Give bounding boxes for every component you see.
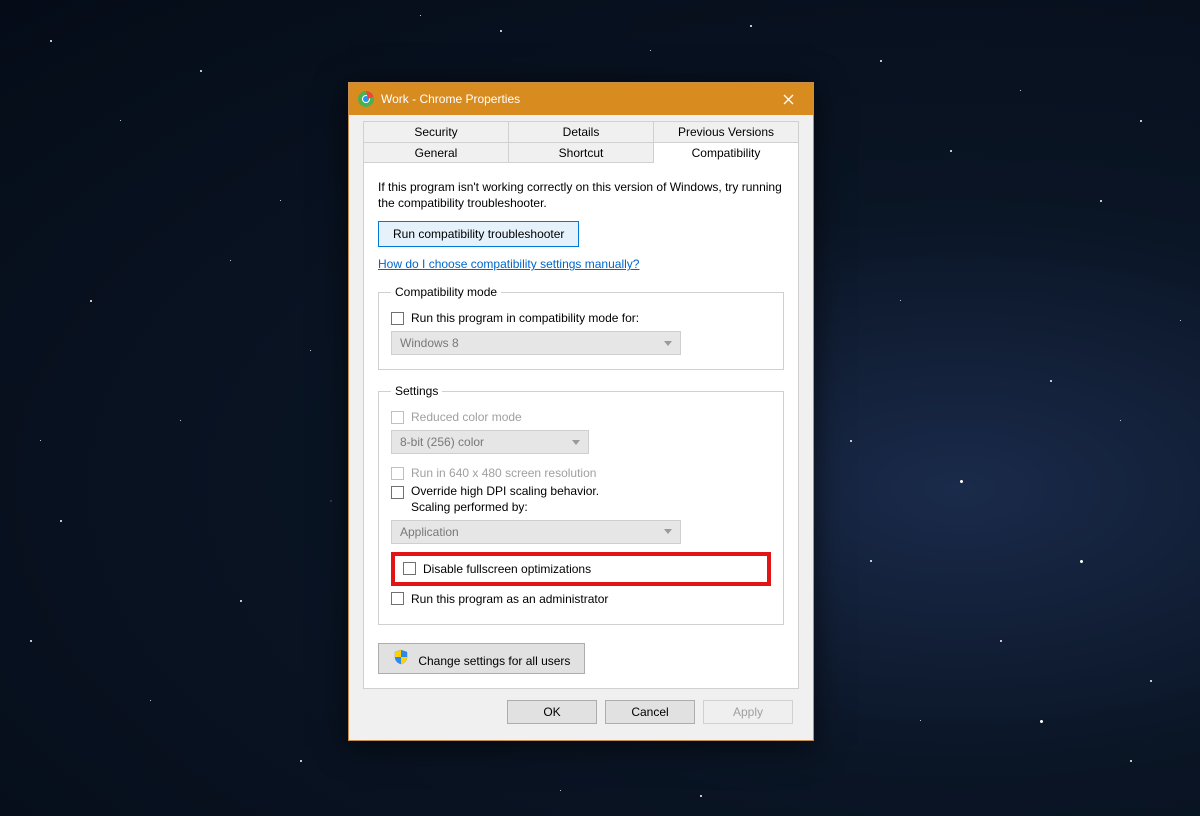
change-settings-all-users-label: Change settings for all users <box>418 654 570 668</box>
chevron-down-icon <box>572 440 580 445</box>
dpi-override-label1: Override high DPI scaling behavior. <box>411 484 599 500</box>
tab-security[interactable]: Security <box>363 121 509 142</box>
chevron-down-icon <box>664 341 672 346</box>
dpi-scaling-select[interactable]: Application <box>391 520 681 544</box>
dpi-override-checkbox[interactable] <box>391 486 404 499</box>
apply-button[interactable]: Apply <box>703 700 793 724</box>
reduced-color-label: Reduced color mode <box>411 410 522 424</box>
settings-legend: Settings <box>391 384 442 398</box>
compat-mode-label: Run this program in compatibility mode f… <box>411 311 639 325</box>
compatibility-mode-legend: Compatibility mode <box>391 285 501 299</box>
close-button[interactable] <box>766 84 811 114</box>
tab-general[interactable]: General <box>363 142 509 163</box>
settings-group: Settings Reduced color mode 8-bit (256) … <box>378 384 784 624</box>
disable-fullscreen-checkbox[interactable] <box>403 562 416 575</box>
tabs: Security Details Previous Versions Gener… <box>363 121 799 163</box>
compat-mode-select-value: Windows 8 <box>400 336 459 350</box>
reduced-color-checkbox[interactable] <box>391 411 404 424</box>
run-as-admin-checkbox[interactable] <box>391 592 404 605</box>
window-title: Work - Chrome Properties <box>381 92 766 106</box>
tab-previous-versions[interactable]: Previous Versions <box>654 121 799 142</box>
shield-icon <box>393 649 409 665</box>
change-settings-all-users-button[interactable]: Change settings for all users <box>378 643 585 674</box>
ok-button[interactable]: OK <box>507 700 597 724</box>
dialog-footer: OK Cancel Apply <box>355 690 807 730</box>
run-as-admin-label: Run this program as an administrator <box>411 592 608 606</box>
tab-shortcut[interactable]: Shortcut <box>509 142 654 163</box>
color-mode-select[interactable]: 8-bit (256) color <box>391 430 589 454</box>
app-icon <box>357 90 375 108</box>
low-res-label: Run in 640 x 480 screen resolution <box>411 466 596 480</box>
run-troubleshooter-button[interactable]: Run compatibility troubleshooter <box>378 221 579 247</box>
dpi-override-label2: Scaling performed by: <box>411 500 599 516</box>
disable-fullscreen-label: Disable fullscreen optimizations <box>423 562 591 576</box>
tab-compatibility[interactable]: Compatibility <box>654 142 799 163</box>
low-res-checkbox[interactable] <box>391 467 404 480</box>
highlight-annotation: Disable fullscreen optimizations <box>391 552 771 586</box>
tab-content: If this program isn't working correctly … <box>363 162 799 689</box>
tab-details[interactable]: Details <box>509 121 654 142</box>
properties-dialog: Work - Chrome Properties Security Detail… <box>348 82 814 741</box>
compatibility-mode-group: Compatibility mode Run this program in c… <box>378 285 784 370</box>
titlebar[interactable]: Work - Chrome Properties <box>349 83 813 115</box>
color-mode-select-value: 8-bit (256) color <box>400 435 484 449</box>
dpi-scaling-select-value: Application <box>400 525 459 539</box>
cancel-button[interactable]: Cancel <box>605 700 695 724</box>
chevron-down-icon <box>664 529 672 534</box>
manual-settings-link[interactable]: How do I choose compatibility settings m… <box>378 257 639 271</box>
dialog-body: Security Details Previous Versions Gener… <box>349 115 813 740</box>
compat-mode-checkbox[interactable] <box>391 312 404 325</box>
compat-mode-select[interactable]: Windows 8 <box>391 331 681 355</box>
intro-text: If this program isn't working correctly … <box>378 179 784 211</box>
